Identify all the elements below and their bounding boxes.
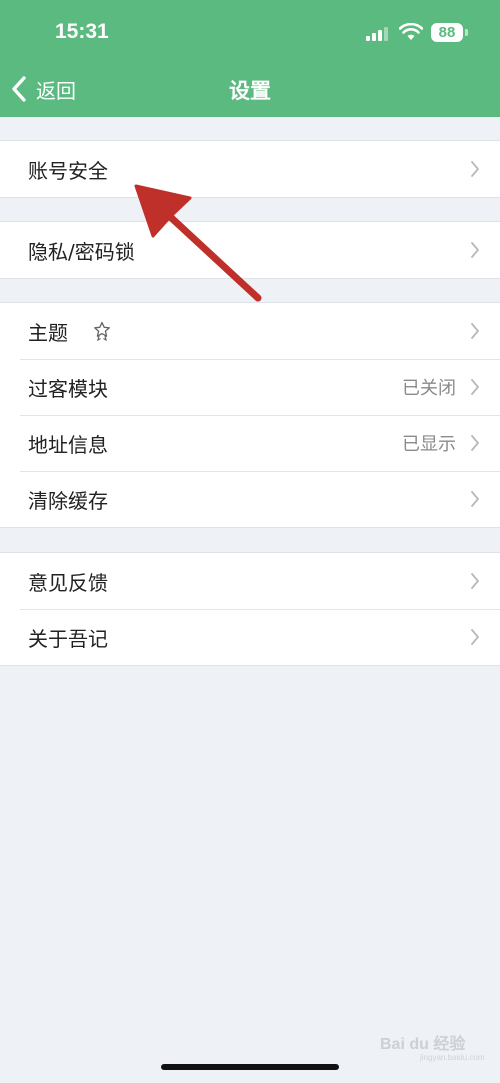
settings-item-clear-cache[interactable]: 清除缓存 [0,471,500,527]
star-ribbon-icon [94,321,110,341]
settings-item-label: 地址信息 [28,432,108,457]
wifi-icon [399,23,423,40]
chevron-right-icon [471,323,479,339]
settings-item-value: 已显示 [402,434,456,455]
page-title: 设置 [229,79,271,103]
home-indicator[interactable] [161,1064,339,1070]
settings-group-general: 主题 过客模块 已关闭 地址信息 已显示 清除缓存 [0,302,500,528]
chevron-right-icon [471,491,479,507]
settings-item-privacy-lock[interactable]: 隐私/密码锁 [0,222,500,278]
settings-item-label: 意见反馈 [28,570,108,595]
watermark-logo: Bai du 经验 [380,1036,466,1053]
battery-indicator: 88 [431,23,463,42]
settings-group-about: 意见反馈 关于吾记 [0,552,500,666]
settings-item-account-security[interactable]: 账号安全 [0,141,500,197]
chevron-right-icon [471,435,479,451]
settings-item-label: 过客模块 [28,376,108,401]
settings-item-feedback[interactable]: 意见反馈 [0,553,500,609]
settings-item-value: 已关闭 [402,378,456,399]
status-time: 15:31 [55,20,109,43]
settings-group-account: 账号安全 [0,140,500,198]
cellular-signal-icon [366,27,390,41]
chevron-right-icon [471,379,479,395]
settings-item-label: 关于吾记 [28,626,108,651]
settings-item-address-info[interactable]: 地址信息 已显示 [0,415,500,471]
chevron-right-icon [471,161,479,177]
settings-item-theme[interactable]: 主题 [0,303,500,359]
chevron-right-icon [471,629,479,645]
settings-item-label: 主题 [28,320,68,345]
settings-item-visitor-module[interactable]: 过客模块 已关闭 [0,359,500,415]
chevron-right-icon [471,573,479,589]
nav-header: 15:31 88 返回 设置 [0,0,500,117]
settings-item-label: 隐私/密码锁 [28,239,135,264]
settings-item-label: 清除缓存 [28,488,108,513]
chevron-right-icon [471,242,479,258]
battery-cap [465,29,468,36]
settings-item-label: 账号安全 [28,158,108,183]
settings-group-privacy: 隐私/密码锁 [0,221,500,279]
watermark-url: jingyan.baidu.com [420,1053,485,1062]
settings-item-about[interactable]: 关于吾记 [0,609,500,665]
